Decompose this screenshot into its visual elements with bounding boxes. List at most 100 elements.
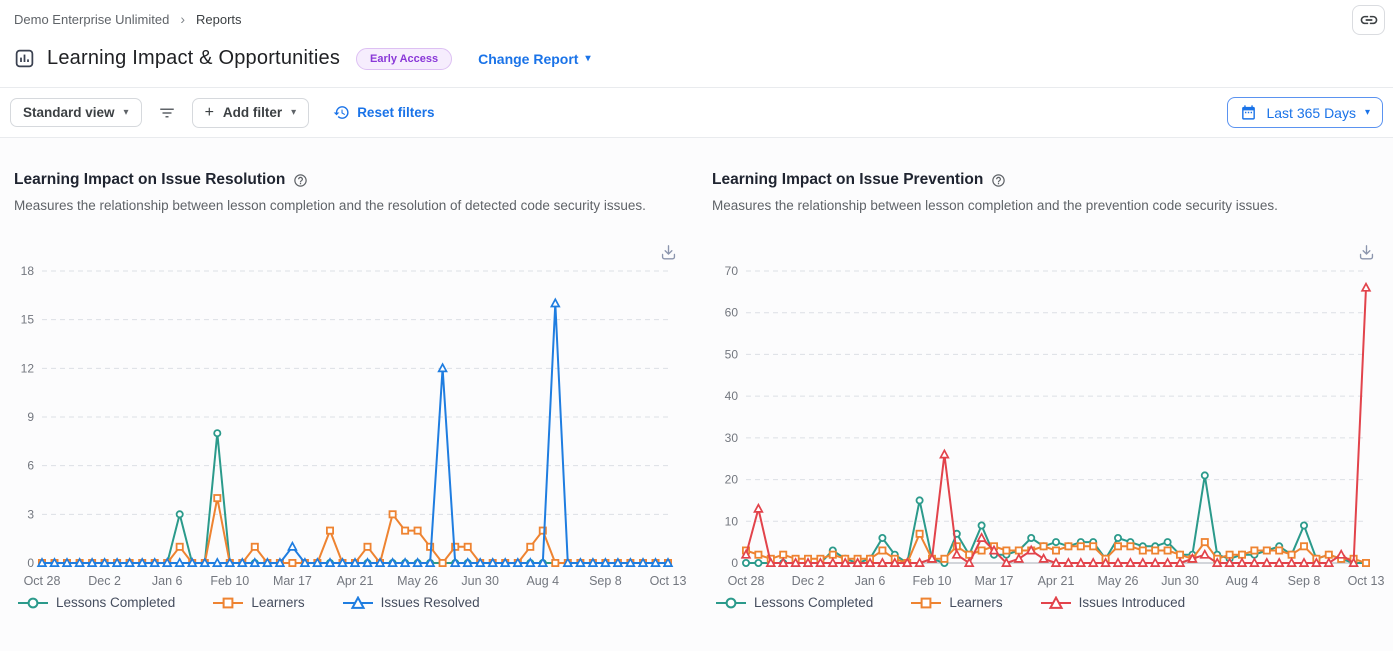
svg-text:50: 50 [725, 347, 739, 361]
chevron-down-icon: ▾ [291, 108, 296, 118]
page-header: Learning Impact & Opportunities Early Ac… [0, 35, 1393, 87]
download-icon [1357, 243, 1376, 262]
svg-text:Apr 21: Apr 21 [1038, 574, 1075, 588]
legend-label: Issues Resolved [381, 595, 480, 610]
calendar-icon [1240, 104, 1257, 121]
legend-label: Lessons Completed [56, 595, 175, 610]
svg-text:Jun 30: Jun 30 [461, 574, 499, 588]
svg-text:Jan 6: Jan 6 [855, 574, 886, 588]
square-series-marker-icon [911, 596, 941, 610]
legend-item-lessons-completed[interactable]: Lessons Completed [716, 595, 873, 610]
legend-label: Issues Introduced [1079, 595, 1186, 610]
svg-text:Oct 28: Oct 28 [24, 574, 61, 588]
svg-text:Sep 8: Sep 8 [1288, 574, 1321, 588]
copy-link-button[interactable] [1352, 5, 1385, 35]
date-range-label: Last 365 Days [1266, 105, 1356, 121]
svg-text:40: 40 [725, 389, 739, 403]
svg-text:Sep 8: Sep 8 [589, 574, 622, 588]
triangle-series-marker-icon [343, 596, 373, 610]
legend-item-lessons-completed[interactable]: Lessons Completed [18, 595, 175, 610]
svg-text:Oct 13: Oct 13 [650, 574, 687, 588]
svg-text:3: 3 [27, 507, 34, 521]
svg-text:Oct 13: Oct 13 [1348, 574, 1385, 588]
page-title: Learning Impact & Opportunities [47, 47, 340, 70]
view-selector-dropdown[interactable]: Standard view ▾ [10, 98, 142, 127]
svg-text:Apr 21: Apr 21 [337, 574, 374, 588]
change-report-label: Change Report [478, 51, 578, 67]
svg-text:Aug 4: Aug 4 [1226, 574, 1259, 588]
top-bar: Demo Enterprise Unlimited › Reports [0, 0, 1393, 35]
legend-label: Learners [251, 595, 304, 610]
svg-text:Feb 10: Feb 10 [210, 574, 249, 588]
svg-text:Mar 17: Mar 17 [273, 574, 312, 588]
circle-series-marker-icon [716, 596, 746, 610]
svg-text:Jan 6: Jan 6 [152, 574, 183, 588]
svg-text:Dec 2: Dec 2 [88, 574, 121, 588]
download-icon [659, 243, 678, 262]
breadcrumb-item-org[interactable]: Demo Enterprise Unlimited [14, 12, 169, 27]
svg-text:0: 0 [731, 556, 738, 570]
svg-text:Feb 10: Feb 10 [913, 574, 952, 588]
svg-text:0: 0 [27, 556, 34, 570]
view-selector-label: Standard view [23, 105, 115, 120]
download-chart-button[interactable] [1355, 241, 1378, 264]
filter-list-button[interactable] [152, 100, 182, 126]
svg-text:20: 20 [725, 473, 739, 487]
chevron-down-icon: ▾ [124, 108, 129, 118]
svg-text:Oct 28: Oct 28 [728, 574, 765, 588]
early-access-badge: Early Access [356, 48, 452, 70]
svg-text:30: 30 [725, 431, 739, 445]
add-filter-label: Add filter [223, 105, 282, 120]
svg-text:10: 10 [725, 514, 739, 528]
svg-text:70: 70 [725, 264, 739, 278]
legend-item-issues-introduced[interactable]: Issues Introduced [1041, 595, 1186, 610]
svg-text:Dec 2: Dec 2 [792, 574, 825, 588]
change-report-button[interactable]: Change Report ▾ [478, 51, 590, 67]
svg-text:60: 60 [725, 306, 739, 320]
issue-prevention-line-chart: 0 10 20 30 40 50 60 70 Oct 28 Dec 2 Jan 6 Feb 10 Mar… [712, 247, 1382, 593]
svg-text:15: 15 [21, 313, 35, 327]
legend-item-issues-resolved[interactable]: Issues Resolved [343, 595, 480, 610]
chart-card-issue-prevention: Learning Impact on Issue Prevention Meas… [712, 171, 1382, 610]
reset-history-icon [333, 104, 350, 121]
circle-series-marker-icon [18, 596, 48, 610]
filter-toolbar: Standard view ▾ + Add filter ▾ Reset fil… [0, 87, 1393, 138]
chart-description: Measures the relationship between lesson… [14, 198, 684, 213]
chevron-right-icon: › [180, 11, 185, 27]
svg-text:12: 12 [21, 361, 35, 375]
plus-icon: + [205, 105, 214, 121]
chart-legend: Lessons Completed Learners Issues Resolved [14, 595, 684, 610]
chart-title: Learning Impact on Issue Prevention [712, 171, 983, 189]
reset-filters-button[interactable]: Reset filters [327, 103, 440, 122]
report-content: Learning Impact on Issue Resolution Meas… [0, 138, 1393, 651]
help-icon[interactable] [293, 173, 308, 188]
svg-text:6: 6 [27, 459, 34, 473]
svg-text:Aug 4: Aug 4 [526, 574, 559, 588]
chevron-down-icon: ▾ [1365, 108, 1370, 118]
svg-text:18: 18 [21, 264, 35, 278]
breadcrumb: Demo Enterprise Unlimited › Reports [14, 5, 242, 27]
filter-list-icon [158, 104, 176, 122]
svg-text:May 26: May 26 [397, 574, 438, 588]
chevron-down-icon: ▾ [585, 54, 590, 64]
help-icon[interactable] [991, 173, 1006, 188]
link-icon [1359, 10, 1379, 30]
chart-legend: Lessons Completed Learners Issues Introduc… [712, 595, 1382, 610]
reset-filters-label: Reset filters [357, 105, 434, 120]
triangle-series-marker-icon [1041, 596, 1071, 610]
legend-label: Lessons Completed [754, 595, 873, 610]
date-range-picker[interactable]: Last 365 Days ▾ [1227, 97, 1383, 128]
bar-chart-icon [14, 48, 35, 69]
legend-item-learners[interactable]: Learners [911, 595, 1002, 610]
add-filter-button[interactable]: + Add filter ▾ [192, 98, 310, 128]
legend-item-learners[interactable]: Learners [213, 595, 304, 610]
svg-text:Mar 17: Mar 17 [975, 574, 1014, 588]
download-chart-button[interactable] [657, 241, 680, 264]
breadcrumb-item-reports[interactable]: Reports [196, 12, 242, 27]
svg-text:May 26: May 26 [1098, 574, 1139, 588]
square-series-marker-icon [213, 596, 243, 610]
chart-title: Learning Impact on Issue Resolution [14, 171, 285, 189]
chart-description: Measures the relationship between lesson… [712, 198, 1382, 213]
chart-card-issue-resolution: Learning Impact on Issue Resolution Meas… [14, 171, 684, 610]
issue-resolution-line-chart: 0369121518Oct 28Dec 2Jan 6Feb 10Mar 17Ap… [14, 247, 684, 593]
